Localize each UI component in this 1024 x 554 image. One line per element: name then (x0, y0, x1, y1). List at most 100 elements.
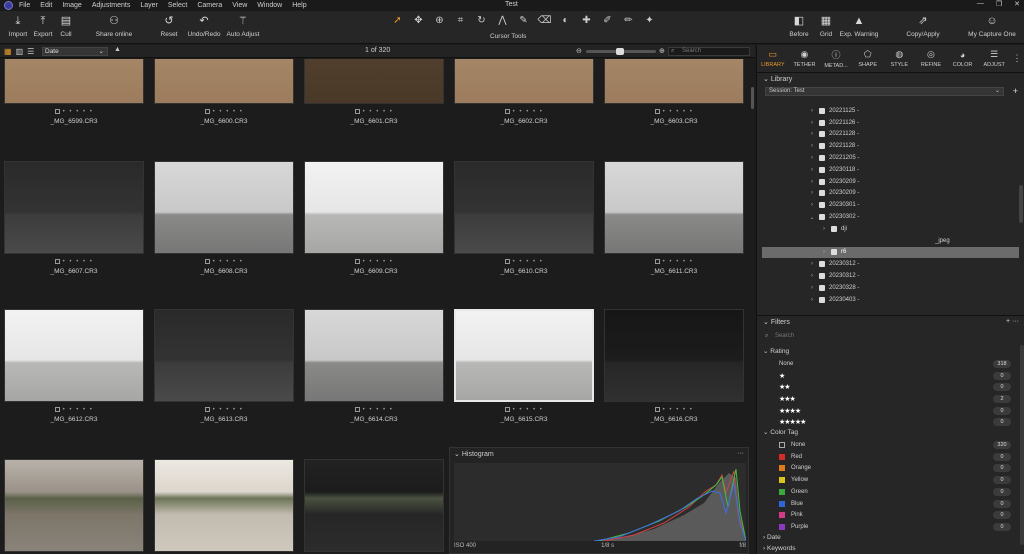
copy-apply-button[interactable]: ⇗ Copy/Apply (906, 14, 939, 38)
chevron-right-icon[interactable]: › (807, 285, 817, 291)
rating-stars[interactable]: • • • • • (4, 259, 144, 265)
thumbnail-image[interactable] (304, 59, 444, 104)
gradient-icon[interactable]: ◐ (558, 15, 573, 26)
folder-item[interactable]: › 20221128 - (757, 129, 1019, 141)
rating-stars[interactable]: • • • • • (4, 407, 144, 413)
date-group[interactable]: › Date (763, 534, 781, 541)
select-checkbox[interactable] (54, 259, 60, 264)
thumbnail[interactable] (4, 459, 144, 552)
thumbnail-image[interactable] (4, 309, 144, 402)
folder-item[interactable]: › 20230403 - (757, 294, 1019, 306)
star-dots[interactable]: • • • • • (513, 259, 544, 265)
rating-stars[interactable]: • • • • • (154, 259, 294, 265)
thumbnail[interactable] (154, 459, 294, 552)
menu-layer[interactable]: Layer (140, 2, 158, 9)
heal-icon[interactable]: ✚ (579, 15, 594, 26)
thumbnail-image[interactable] (4, 161, 144, 254)
star-dots[interactable]: • • • • • (63, 109, 94, 115)
star-dots[interactable]: • • • • • (63, 407, 94, 413)
menu-file[interactable]: File (19, 2, 30, 9)
thumbnail[interactable]: • • • • • _MG_6610.CR3 (454, 161, 594, 275)
more-icon[interactable]: ··· (737, 450, 744, 458)
thumbnail-image[interactable] (604, 59, 744, 104)
select-checkbox[interactable] (654, 109, 660, 114)
chevron-right-icon[interactable]: › (807, 167, 817, 173)
folder-item[interactable]: › 20221126 - (757, 117, 1019, 129)
annotate-icon[interactable]: ✏ (621, 15, 636, 26)
add-folder-button[interactable]: + (1013, 86, 1018, 96)
filters-scrollbar[interactable] (1020, 345, 1024, 545)
sort-select[interactable]: Date ⌄ (42, 47, 108, 56)
thumbnail-image[interactable] (154, 59, 294, 104)
rating-group[interactable]: ⌄ Rating (763, 347, 789, 355)
eraser-icon[interactable]: ⌫ (537, 15, 552, 26)
thumbnail[interactable] (304, 459, 444, 552)
thumbnail[interactable]: • • • • • _MG_6612.CR3 (4, 309, 144, 423)
menu-view[interactable]: View (232, 2, 247, 9)
star-dots[interactable]: • • • • • (663, 259, 694, 265)
thumbnail-image[interactable] (304, 459, 444, 552)
grid-scrollbar[interactable] (750, 59, 755, 554)
select-checkbox[interactable] (504, 407, 510, 412)
thumbnail[interactable]: • • • • • _MG_6614.CR3 (304, 309, 444, 423)
scrollbar-thumb[interactable] (751, 87, 754, 109)
select-checkbox[interactable] (354, 259, 360, 264)
chevron-right-icon[interactable]: › (807, 155, 817, 161)
thumbnail-image[interactable] (154, 161, 294, 254)
chevron-right-icon[interactable]: › (807, 131, 817, 137)
rating-stars[interactable]: • • • • • (304, 109, 444, 115)
magic-icon[interactable]: ✦ (642, 15, 657, 26)
more-icon[interactable]: ⋮ (1010, 45, 1024, 72)
star-dots[interactable]: • • • • • (513, 109, 544, 115)
grid-button[interactable]: ▦ Grid (820, 14, 832, 38)
rating-stars[interactable]: • • • • • (4, 109, 144, 115)
chevron-right-icon[interactable]: › (807, 108, 817, 114)
cull-button[interactable]: ▤ Cull (60, 14, 71, 38)
color-tag-row[interactable]: Red 0 (763, 451, 1011, 463)
zoom-in-icon[interactable]: ⊕ (659, 47, 665, 55)
star-dots[interactable]: • • • • • (213, 259, 244, 265)
menu-edit[interactable]: Edit (40, 2, 52, 9)
folder-item[interactable]: › 20230301 - (757, 199, 1019, 211)
chevron-right-icon[interactable]: › (807, 143, 817, 149)
crop-icon[interactable]: ⌗ (453, 15, 468, 26)
select-checkbox[interactable] (54, 109, 60, 114)
color-tag-row[interactable]: Green 0 (763, 486, 1011, 498)
star-dots[interactable]: • • • • • (363, 109, 394, 115)
select-checkbox[interactable] (504, 259, 510, 264)
reset-button[interactable]: ↺ Reset (161, 14, 178, 38)
rating-stars[interactable]: • • • • • (454, 259, 594, 265)
rating-filter-row[interactable]: ★ 0 (763, 370, 1011, 382)
thumbnail[interactable]: • • • • • _MG_6600.CR3 (154, 59, 294, 125)
select-checkbox[interactable] (504, 109, 510, 114)
color-tag-group[interactable]: ⌄ Color Tag (763, 428, 798, 436)
tab-style[interactable]: ◍ STYLE (884, 45, 916, 72)
chevron-down-icon[interactable]: ⌄ (807, 214, 817, 221)
collapse-icon[interactable]: ⌄ (454, 451, 460, 458)
star-dots[interactable]: • • • • • (63, 259, 94, 265)
color-tag-row[interactable]: Yellow 0 (763, 474, 1011, 486)
folder-item[interactable]: › 20230312 - (757, 270, 1019, 282)
rating-stars[interactable]: • • • • • (154, 407, 294, 413)
rating-stars[interactable]: • • • • • (604, 109, 744, 115)
folder-item[interactable]: › r6 (762, 246, 1019, 259)
chevron-right-icon[interactable]: › (807, 202, 817, 208)
menu-window[interactable]: Window (257, 2, 282, 9)
thumbnail[interactable]: • • • • • _MG_6599.CR3 (4, 59, 144, 125)
tab-library[interactable]: ▭ LIBRARY (757, 45, 789, 72)
thumbnail-image[interactable] (4, 59, 144, 104)
tab-tether[interactable]: ◉ TETHER (789, 45, 821, 72)
select-checkbox[interactable] (354, 109, 360, 114)
loupe-icon[interactable]: ⊕ (432, 15, 447, 26)
thumbnail[interactable]: • • • • • _MG_6616.CR3 (604, 309, 744, 423)
zoom-out-icon[interactable]: ⊖ (576, 47, 582, 55)
filmstrip-view-icon[interactable]: ▥ (16, 47, 24, 56)
library-scrollbar[interactable] (1019, 185, 1023, 223)
folder-item[interactable]: › 20230118 - (757, 164, 1019, 176)
session-select[interactable]: Session: Test ⌄ (765, 87, 1004, 96)
rating-stars[interactable]: • • • • • (304, 407, 444, 413)
color-tag-row[interactable]: Blue 0 (763, 498, 1011, 510)
folder-item[interactable]: › 20230328 - (757, 282, 1019, 294)
chevron-right-icon[interactable]: › (807, 120, 817, 126)
menu-adjustments[interactable]: Adjustments (92, 2, 131, 9)
